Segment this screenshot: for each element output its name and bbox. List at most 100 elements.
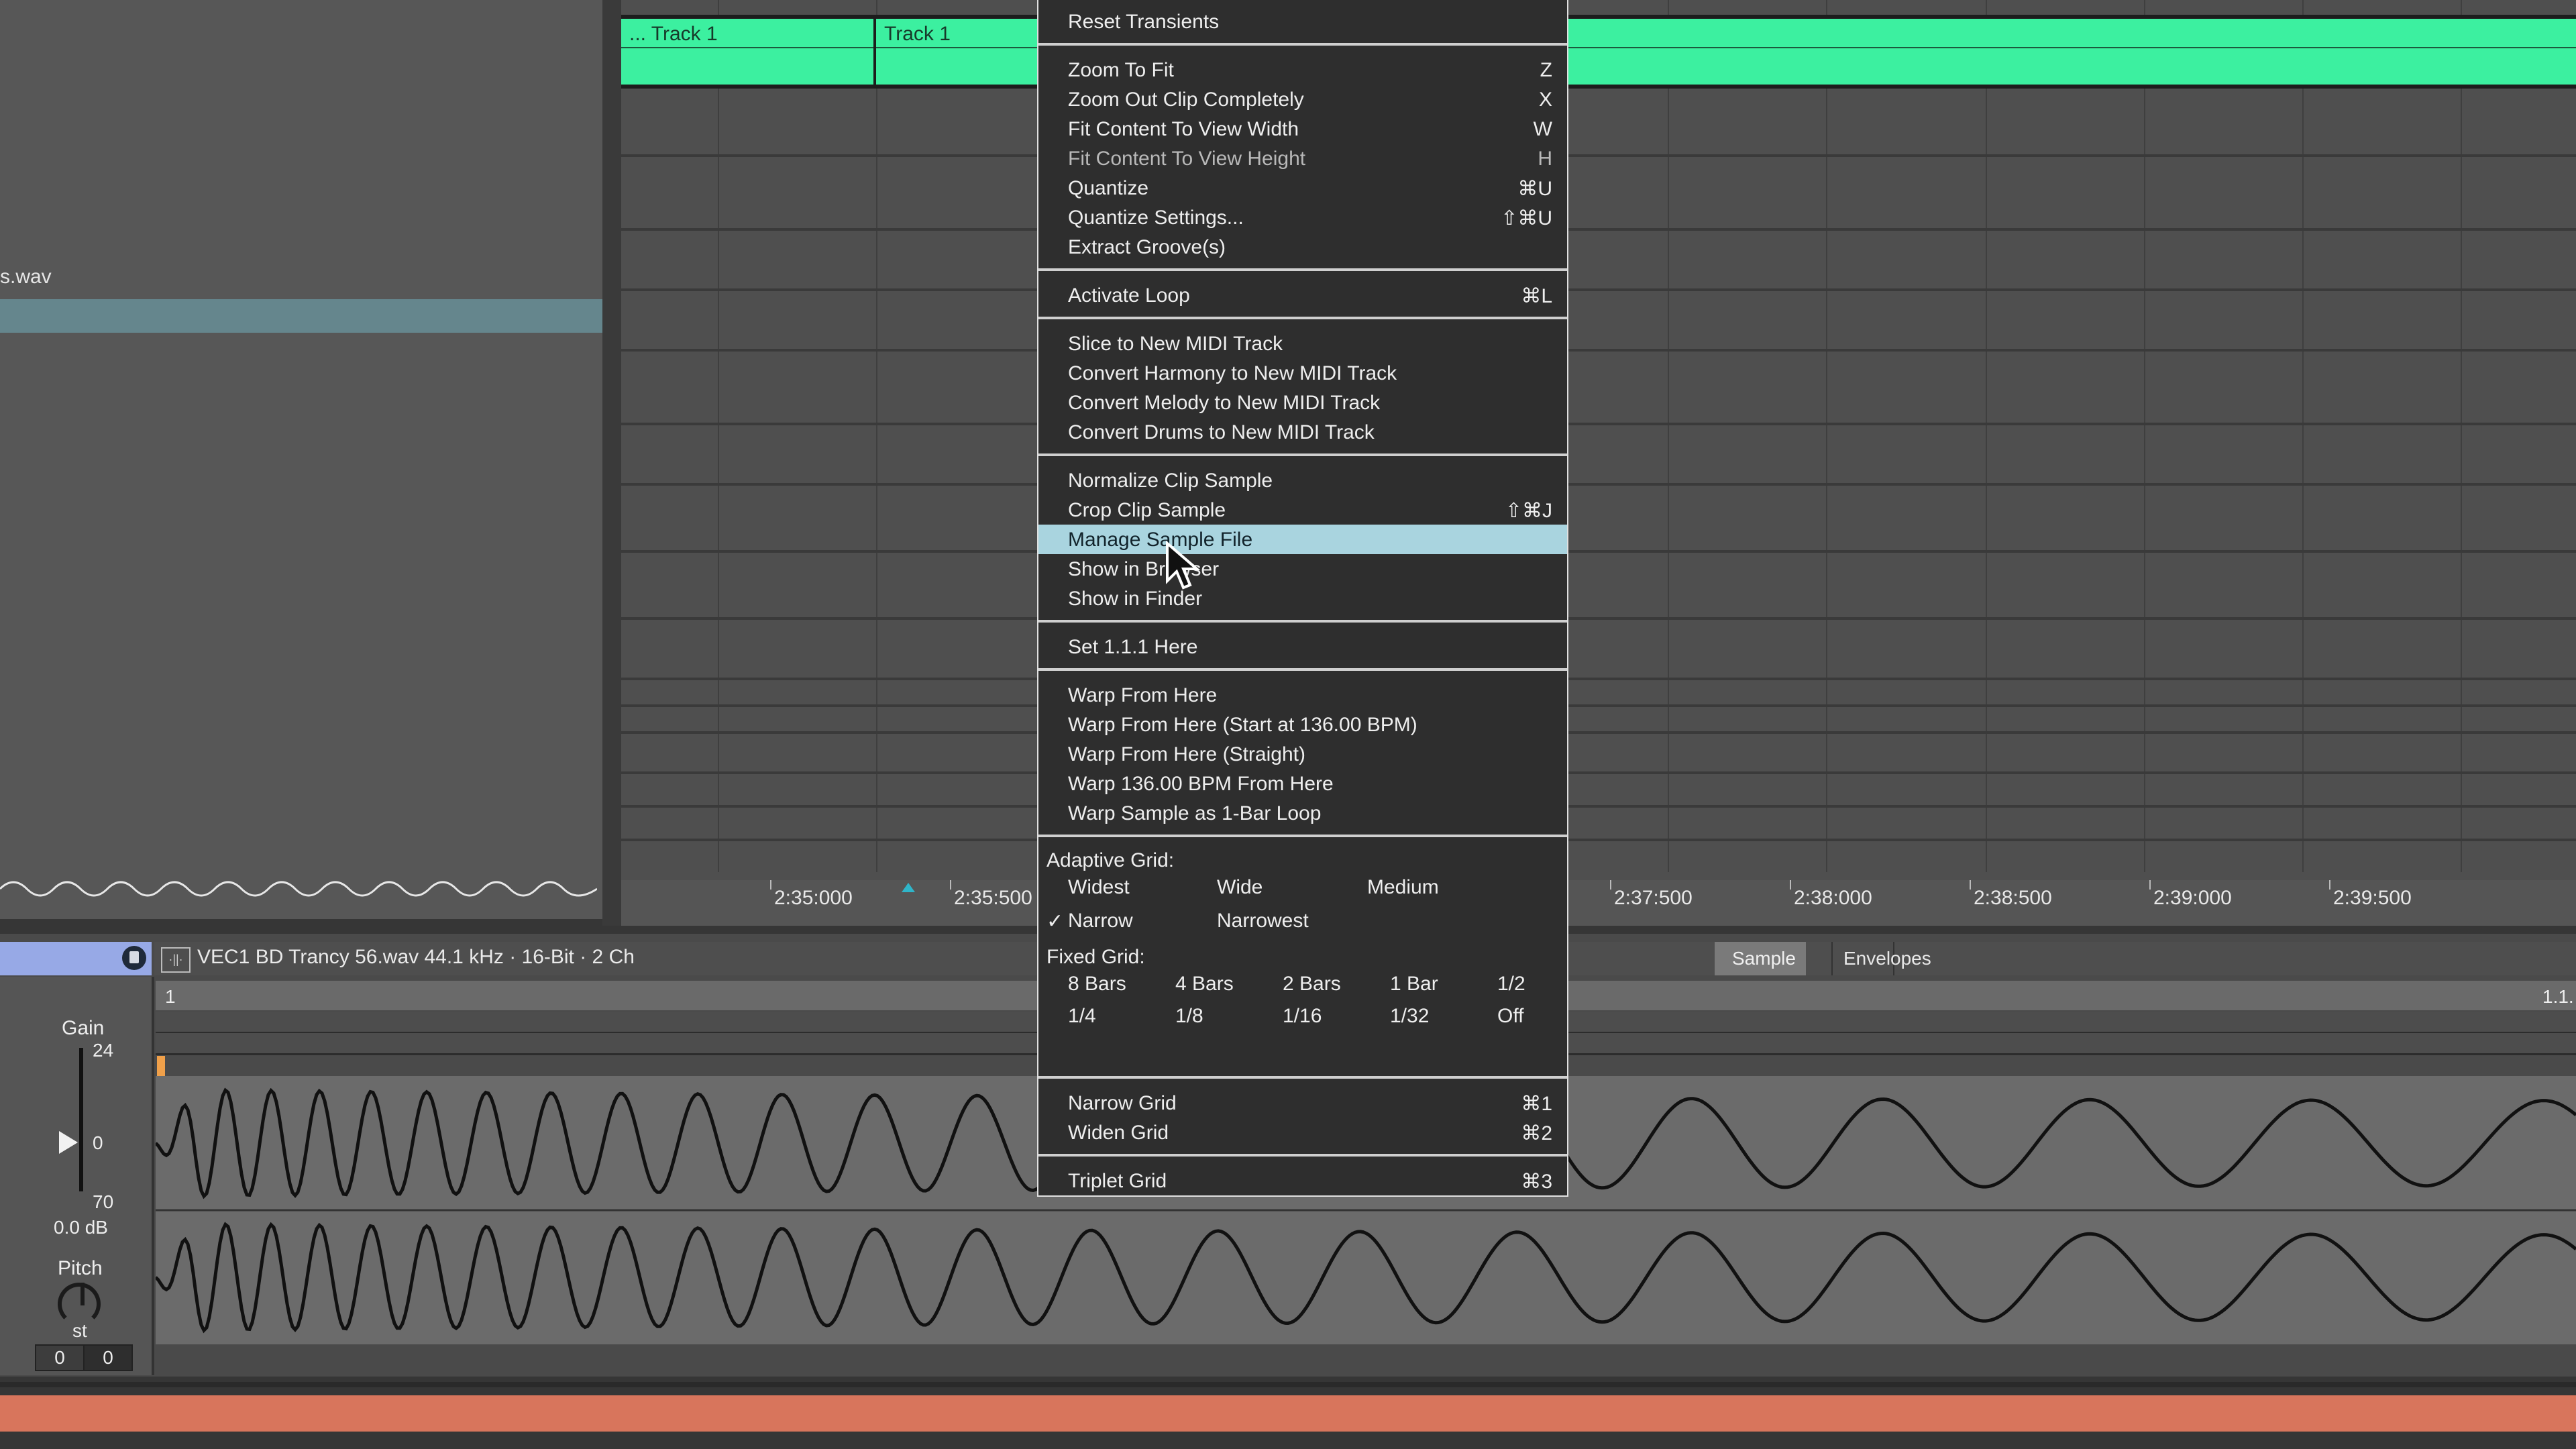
status-bar <box>0 1395 2576 1432</box>
menu-separator <box>1038 268 1567 271</box>
fixed-grid-option[interactable]: 1/16 <box>1283 1005 1322 1028</box>
ruler-tick-label: 2:39:500 <box>2333 887 2412 909</box>
menu-item-label: Convert Harmony to New MIDI Track <box>1068 362 1397 384</box>
fixed-grid-option[interactable]: 1/2 <box>1497 973 1525 996</box>
menu-item[interactable]: Manage Sample File <box>1038 525 1567 554</box>
fixed-grid-option[interactable]: 1/32 <box>1390 1005 1429 1028</box>
fixed-grid-option[interactable]: 8 Bars <box>1068 973 1126 996</box>
fixed-grid-option[interactable]: 1/8 <box>1175 1005 1203 1028</box>
menu-separator <box>1038 668 1567 671</box>
menu-item-label: Reset Transients <box>1068 11 1220 33</box>
menu-item[interactable]: Narrow Grid ⌘1 <box>1038 1088 1567 1118</box>
menu-item-shortcut: ⌘3 <box>1521 1171 1552 1193</box>
menu-item[interactable]: Crop Clip Sample ⇧⌘J <box>1038 495 1567 525</box>
menu-item[interactable]: Zoom To Fit Z <box>1038 55 1567 85</box>
menu-separator <box>1038 1154 1567 1157</box>
menu-item[interactable]: Convert Harmony to New MIDI Track <box>1038 358 1567 388</box>
menu-item-label: Set 1.1.1 Here <box>1068 636 1198 658</box>
menu-item[interactable]: Activate Loop ⌘L <box>1038 280 1567 310</box>
menu-item-label: Quantize <box>1068 177 1149 199</box>
pitch-coarse-field[interactable]: 0 <box>35 1344 85 1371</box>
menu-item-label: Warp 136.00 BPM From Here <box>1068 773 1334 795</box>
pitch-fine-field[interactable]: 0 <box>83 1344 133 1371</box>
fixed-grid-option[interactable]: 4 Bars <box>1175 973 1234 996</box>
waveform-icon: ·||· <box>161 947 191 973</box>
menu-item-label: Warp From Here (Straight) <box>1068 743 1305 765</box>
menu-item[interactable]: Convert Melody to New MIDI Track <box>1038 388 1567 417</box>
fixed-grid-option[interactable]: 1/4 <box>1068 1005 1096 1028</box>
menu-item-label: Slice to New MIDI Track <box>1068 333 1283 355</box>
menu-item[interactable]: Fit Content To View Height H <box>1038 144 1567 173</box>
browser-selected-row[interactable] <box>0 299 602 333</box>
menu-item[interactable]: Warp Sample as 1-Bar Loop <box>1038 798 1567 828</box>
menu-item-label: Triplet Grid <box>1068 1170 1167 1192</box>
tab-envelopes[interactable]: Envelopes <box>1831 942 1931 975</box>
menu-item-label: Widen Grid <box>1068 1122 1169 1144</box>
menu-item[interactable]: Fit Content To View Width W <box>1038 114 1567 144</box>
adaptive-grid-option[interactable]: Widest <box>1068 876 1130 899</box>
context-menu: Reset Transients Zoom To Fit Z Zoom Out Cli… <box>1037 0 1568 1197</box>
gain-slider[interactable] <box>79 1048 83 1191</box>
menu-item[interactable]: Show in Browser <box>1038 554 1567 584</box>
clip-ruler-end: 1.1. <box>2542 986 2574 1007</box>
save-sample-icon[interactable] <box>122 946 146 970</box>
menu-item-label: Normalize Clip Sample <box>1068 470 1273 492</box>
ruler-tick-label: 2:38:500 <box>1974 887 2052 909</box>
menu-item[interactable]: Warp From Here (Start at 136.00 BPM) <box>1038 710 1567 739</box>
menu-item-label: Narrow Grid <box>1068 1092 1177 1114</box>
adaptive-grid-option[interactable]: Narrow <box>1068 910 1133 932</box>
menu-item-label: Fit Content To View Width <box>1068 118 1299 140</box>
fixed-grid-option[interactable]: 2 Bars <box>1283 973 1341 996</box>
menu-item[interactable]: Widen Grid ⌘2 <box>1038 1118 1567 1147</box>
arrangement-view[interactable] <box>621 0 2576 885</box>
fixed-grid-header: Fixed Grid: <box>1046 946 1145 968</box>
menu-item[interactable]: Reset Transients <box>1038 7 1567 36</box>
menu-item[interactable]: Quantize ⌘U <box>1038 173 1567 203</box>
menu-item-label: Crop Clip Sample <box>1068 499 1226 521</box>
menu-item[interactable]: Normalize Clip Sample <box>1038 466 1567 495</box>
menu-item[interactable]: Set 1.1.1 Here <box>1038 632 1567 661</box>
clip-ruler-start: 1 <box>165 986 176 1007</box>
menu-item-shortcut: Z <box>1540 59 1552 81</box>
menu-item[interactable]: Show in Finder <box>1038 584 1567 613</box>
arrangement-clip[interactable]: ... Track 1 <box>621 19 873 85</box>
sample-info: VEC1 BD Trancy 56.wav 44.1 kHz · 16-Bit … <box>197 946 635 968</box>
menu-item-shortcut: X <box>1538 89 1552 111</box>
track-clip-lane: ... Track 1 Track 1 <box>621 15 2576 89</box>
menu-item-label: Quantize Settings... <box>1068 207 1244 229</box>
panel-divider[interactable] <box>602 0 621 926</box>
pitch-knob[interactable] <box>58 1283 101 1326</box>
warp-marker[interactable] <box>157 1056 165 1076</box>
gain-mid-label: 0 <box>93 1132 103 1153</box>
menu-item-label: Extract Groove(s) <box>1068 236 1226 258</box>
menu-item-label: Manage Sample File <box>1068 529 1253 551</box>
menu-item[interactable]: Extract Groove(s) <box>1038 232 1567 262</box>
gain-slider-handle[interactable] <box>59 1131 78 1154</box>
gain-min-label: 70 <box>93 1191 114 1212</box>
menu-item[interactable]: Triplet Grid ⌘3 <box>1038 1166 1567 1195</box>
menu-item-shortcut: H <box>1538 148 1552 170</box>
fixed-grid-option[interactable]: 1 Bar <box>1390 973 1438 996</box>
menu-item[interactable]: Slice to New MIDI Track <box>1038 329 1567 358</box>
playhead-marker-icon[interactable] <box>902 883 915 892</box>
menu-item[interactable]: Zoom Out Clip Completely X <box>1038 85 1567 114</box>
menu-item-shortcut: ⌘1 <box>1521 1093 1552 1115</box>
browser-file-name[interactable]: s.wav <box>0 266 52 288</box>
menu-item-label: Zoom Out Clip Completely <box>1068 89 1304 111</box>
adaptive-grid-option[interactable]: Medium <box>1367 876 1439 899</box>
clip-title: Track 1 <box>884 23 951 45</box>
menu-item-label: Convert Drums to New MIDI Track <box>1068 421 1375 443</box>
adaptive-grid-header: Adaptive Grid: <box>1046 849 1175 871</box>
tab-sample[interactable]: Sample <box>1715 942 1806 975</box>
adaptive-grid-option[interactable]: Narrowest <box>1217 910 1309 932</box>
fixed-grid-option[interactable]: Off <box>1497 1005 1523 1028</box>
adaptive-grid-option[interactable]: Wide <box>1217 876 1263 899</box>
menu-item[interactable]: Convert Drums to New MIDI Track <box>1038 417 1567 447</box>
menu-item[interactable]: Warp From Here (Straight) <box>1038 739 1567 769</box>
menu-item[interactable]: Warp From Here <box>1038 680 1567 710</box>
menu-item[interactable]: Quantize Settings... ⇧⌘U <box>1038 203 1567 232</box>
menu-item-shortcut: ⌘2 <box>1521 1122 1552 1144</box>
menu-separator <box>1038 620 1567 623</box>
menu-separator <box>1038 43 1567 46</box>
menu-item[interactable]: Warp 136.00 BPM From Here <box>1038 769 1567 798</box>
